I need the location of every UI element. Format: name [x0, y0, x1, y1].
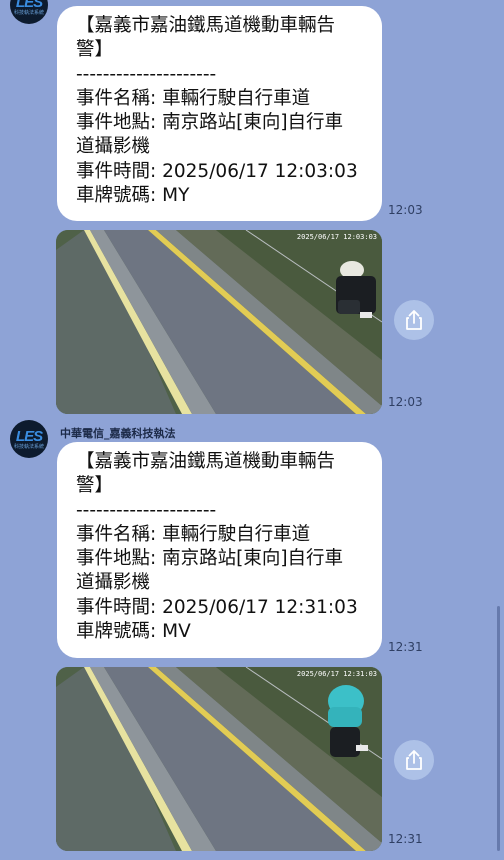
image-timestamp-label: 12:31: [388, 832, 423, 846]
license-plate: 車牌號碼: MY: [76, 185, 190, 207]
alert-title-line2: 警】: [76, 39, 114, 61]
divider-line: ---------------------: [76, 499, 217, 521]
divider-line: ---------------------: [76, 63, 217, 85]
message-timestamp: 12:31: [388, 640, 423, 654]
scrollbar[interactable]: [497, 606, 500, 851]
event-location-line1: 事件地點: 南京路站[東向]自行車: [76, 548, 344, 570]
event-name: 事件名稱: 車輛行駛自行車道: [76, 87, 311, 109]
event-name: 事件名稱: 車輛行駛自行車道: [76, 523, 311, 545]
message-bubble[interactable]: 【嘉義市嘉油鐵馬道機動車輛告 警】 --------------------- …: [57, 442, 382, 658]
message-bubble[interactable]: 【嘉義市嘉油鐵馬道機動車輛告 警】 --------------------- …: [57, 6, 382, 221]
share-icon: [406, 310, 422, 330]
event-time: 事件時間: 2025/06/17 12:03:03: [76, 160, 358, 182]
share-button[interactable]: [394, 300, 434, 340]
event-time: 事件時間: 2025/06/17 12:31:03: [76, 596, 358, 618]
chat-area[interactable]: LES 科技執法系統 【嘉義市嘉油鐵馬道機動車輛告 警】 -----------…: [0, 0, 504, 860]
event-location-line1: 事件地點: 南京路站[東向]自行車: [76, 112, 344, 134]
alert-title-line1: 【嘉義市嘉油鐵馬道機動車輛告: [76, 451, 336, 472]
alert-title-line2: 警】: [76, 475, 114, 497]
avatar-logo: LES: [15, 427, 43, 445]
sender-avatar[interactable]: LES 科技執法系統: [10, 420, 48, 458]
message-timestamp: 12:03: [388, 203, 423, 217]
avatar-subtitle: 科技執法系統: [13, 9, 44, 16]
sender-avatar[interactable]: LES 科技執法系統: [10, 0, 48, 24]
avatar-logo: LES: [15, 0, 43, 11]
camera-photo[interactable]: 2025/06/17 12:03:03: [56, 230, 382, 414]
image-timestamp: 2025/06/17 12:03:03: [296, 233, 377, 241]
image-timestamp-label: 12:03: [388, 395, 423, 409]
alert-title-line1: 【嘉義市嘉油鐵馬道機動車輛告: [76, 15, 336, 36]
license-plate: 車牌號碼: MV: [76, 621, 191, 643]
avatar-subtitle: 科技執法系統: [13, 443, 44, 450]
sender-name: 中華電信_嘉義科技執法: [60, 427, 176, 440]
share-icon: [406, 750, 422, 770]
image-timestamp: 2025/06/17 12:31:03: [296, 670, 377, 678]
camera-photo[interactable]: 2025/06/17 12:31:03: [56, 667, 382, 851]
event-location-line2: 道攝影機: [76, 136, 151, 158]
share-button[interactable]: [394, 740, 434, 780]
event-location-line2: 道攝影機: [76, 572, 151, 594]
